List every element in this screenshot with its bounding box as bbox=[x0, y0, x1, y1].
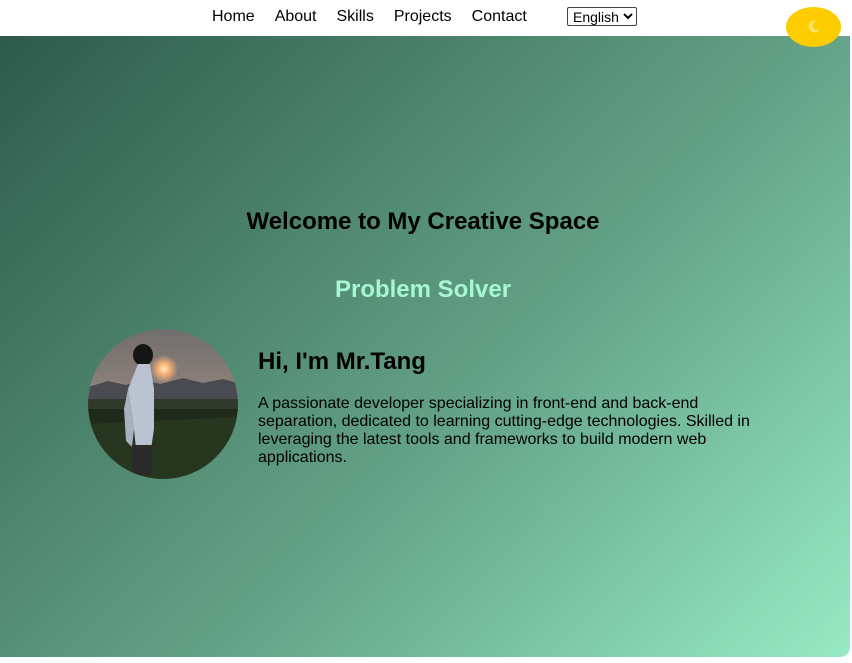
bio-text: A passionate developer specializing in f… bbox=[258, 395, 750, 466]
hero-subtitle: Problem Solver bbox=[334, 276, 512, 303]
nav-link-about[interactable]: About bbox=[275, 7, 317, 27]
moon-icon bbox=[808, 20, 820, 33]
language-select[interactable]: English bbox=[567, 7, 637, 26]
navbar: Home About Skills Projects Contact Engli… bbox=[0, 0, 852, 36]
theme-toggle-button[interactable] bbox=[786, 7, 841, 47]
avatar bbox=[88, 329, 238, 479]
greeting: Hi, I'm Mr.Tang bbox=[258, 348, 426, 375]
nav-link-projects[interactable]: Projects bbox=[394, 7, 452, 27]
nav-link-skills[interactable]: Skills bbox=[337, 7, 374, 27]
nav-link-home[interactable]: Home bbox=[212, 7, 255, 27]
avatar-photo bbox=[88, 329, 238, 479]
hero-section: Welcome to My Creative Space Problem Sol… bbox=[0, 36, 850, 657]
nav-links: Home About Skills Projects Contact bbox=[212, 7, 547, 27]
hero-title: Welcome to My Creative Space bbox=[246, 208, 600, 235]
nav-link-contact[interactable]: Contact bbox=[472, 7, 527, 27]
